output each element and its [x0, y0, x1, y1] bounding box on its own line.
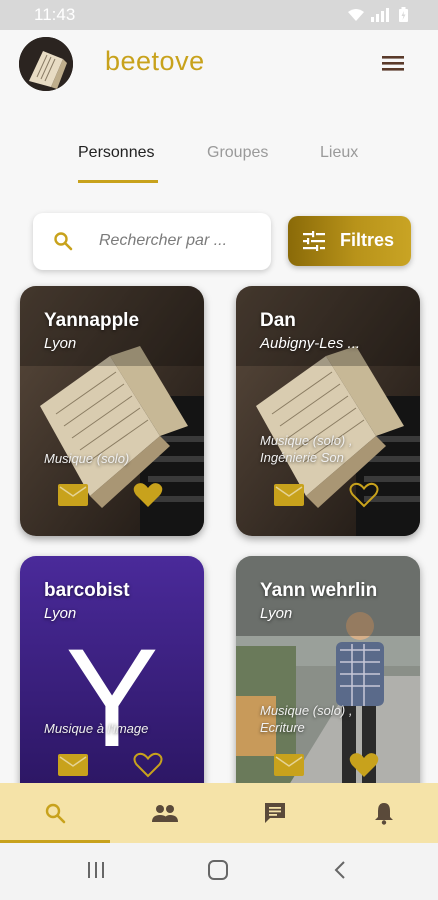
heart-outline-icon[interactable] [349, 482, 379, 508]
app-header: beetove [0, 30, 438, 110]
mail-icon[interactable] [274, 484, 304, 506]
heart-filled-icon[interactable] [349, 752, 379, 778]
search-input[interactable] [99, 229, 259, 253]
bell-icon [374, 803, 393, 825]
card-genre: Musique (solo) , Ingénierie Son [260, 433, 353, 465]
app-title: beetove [105, 46, 205, 76]
mail-icon[interactable] [58, 754, 88, 776]
filter-button[interactable]: Filtres [288, 216, 411, 266]
active-tab-indicator [78, 180, 158, 183]
menu-button[interactable] [378, 50, 408, 76]
card-name: Yannapple [44, 310, 140, 331]
tab-personnes[interactable]: Personnes [78, 144, 155, 162]
status-bar: 11:43 [0, 0, 438, 30]
filter-label: Filtres [340, 230, 395, 250]
hamburger-icon [382, 56, 404, 71]
card-city: Lyon [260, 605, 293, 622]
mail-icon[interactable] [274, 754, 304, 776]
nav-messages[interactable] [220, 783, 329, 843]
card-genre: Musique à l'image [44, 721, 149, 736]
tab-groupes[interactable]: Groupes [207, 144, 268, 162]
nav-search[interactable] [0, 783, 109, 843]
profile-avatar[interactable] [19, 37, 73, 91]
profile-card[interactable]: Y barcobist Lyon Musique à l'image [20, 556, 204, 806]
nav-people[interactable] [110, 783, 219, 843]
status-time: 11:43 [34, 5, 76, 24]
card-name: Dan [260, 310, 296, 331]
battery-icon [399, 7, 408, 22]
wifi-icon [348, 8, 364, 21]
card-genre: Musique (solo) [44, 451, 130, 466]
search-icon [45, 803, 65, 824]
home-icon[interactable] [207, 859, 229, 881]
chat-icon [264, 803, 285, 823]
tab-lieux[interactable]: Lieux [320, 144, 358, 162]
search-icon [54, 232, 73, 251]
profile-card[interactable]: Yannapple Lyon Musique (solo) [20, 286, 204, 536]
recent-apps-icon[interactable] [86, 859, 106, 881]
card-name: Yann wehrlin [260, 580, 378, 601]
mail-icon[interactable] [58, 484, 88, 506]
people-icon [151, 805, 178, 822]
heart-filled-icon[interactable] [133, 482, 163, 508]
card-name: barcobist [44, 580, 130, 601]
tune-icon [303, 231, 325, 251]
heart-outline-icon[interactable] [133, 752, 163, 778]
category-tabs: Personnes Groupes Lieux [0, 138, 438, 188]
card-genre: Musique (solo) , Ecriture [260, 703, 353, 735]
back-icon[interactable] [332, 859, 348, 881]
system-navigation-bar [0, 843, 438, 900]
search-box[interactable] [33, 213, 271, 270]
card-city: Lyon [44, 335, 77, 352]
bottom-navigation [0, 783, 438, 843]
profile-card[interactable]: Dan Aubigny-Les ... Musique (solo) , Ing… [236, 286, 420, 536]
status-icons [347, 7, 408, 22]
card-city: Lyon [44, 605, 77, 622]
nav-notifications[interactable] [329, 783, 438, 843]
signal-icon [371, 7, 389, 22]
profile-card[interactable]: Yann wehrlin Lyon Musique (solo) , Ecrit… [236, 556, 420, 806]
card-city: Aubigny-Les ... [260, 335, 361, 352]
